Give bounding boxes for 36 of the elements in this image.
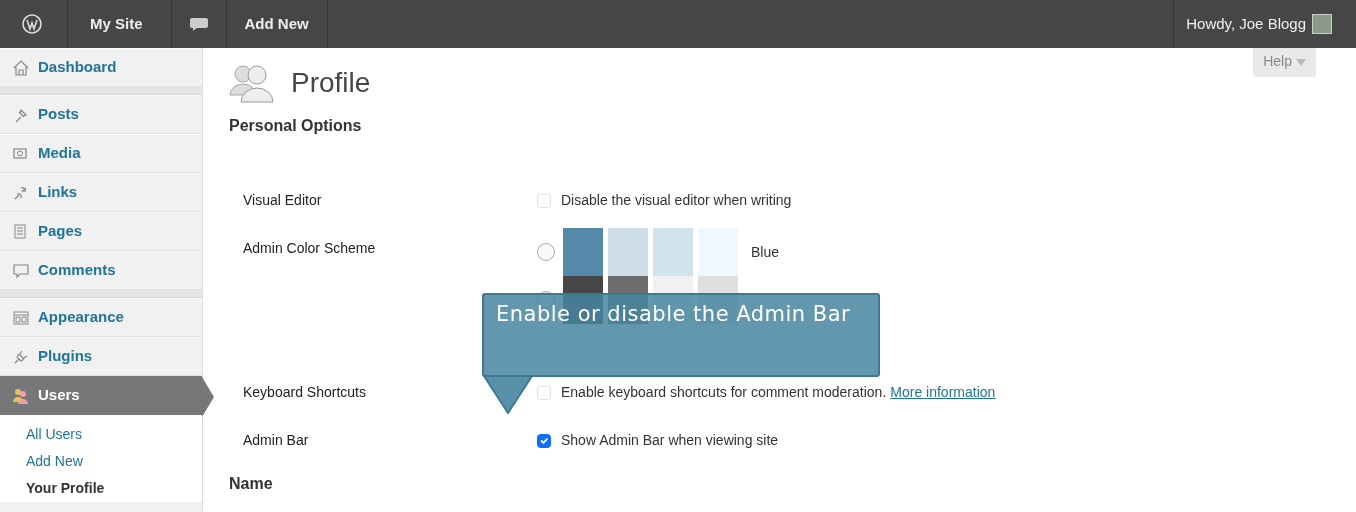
people-icon [229,63,275,103]
submenu-item[interactable]: All Users [0,421,202,448]
sidebar-menu-item[interactable]: Media [0,134,202,173]
field-label: Visual Editor [243,192,322,208]
field-label: Admin Color Scheme [243,240,376,256]
help-button[interactable]: Help [1253,48,1316,77]
submenu-item[interactable]: Add New [0,448,202,475]
sidebar-menu-item[interactable]: Posts [0,95,202,134]
speech-bubble-icon [12,261,30,280]
scheme-name: Blue [751,242,780,262]
section-heading: Personal Options [229,116,363,136]
sidebar-menu-item[interactable]: Pages [0,212,202,251]
people-icon [12,386,30,405]
house-icon [12,58,30,77]
sidebar-menu-item[interactable]: Appearance [0,298,202,337]
radio-button[interactable] [537,243,555,261]
avatar-placeholder[interactable] [1312,14,1332,34]
tooltip-pointer [483,376,533,414]
field-label: Keyboard Shortcuts [243,384,366,400]
checkbox-label: Disable the visual editor when writing [561,191,792,210]
logo-icon[interactable] [22,14,42,34]
admin-bar-link[interactable]: My Site [68,0,172,48]
submenu-item[interactable]: Your Profile [0,475,202,502]
speech-bubble-icon[interactable] [189,17,208,31]
section-heading: Name [229,474,274,494]
account-name[interactable]: Howdy, Joe Blogg [1186,12,1306,36]
more-information-link[interactable]: More information [890,382,996,403]
admin-bar-link[interactable]: Add New [226,0,328,48]
layout-icon [12,308,30,327]
sidebar-menu-item[interactable]: Links [0,173,202,212]
checkbox-label: Enable keyboard shortcuts for comment moderation. [561,383,887,402]
page-title: Profile [291,66,371,100]
checkbox-label: Show Admin Bar when viewing site [561,431,779,450]
field-label: Admin Bar [243,432,309,448]
checkbox[interactable] [537,433,551,448]
caret-icon [1296,58,1306,66]
